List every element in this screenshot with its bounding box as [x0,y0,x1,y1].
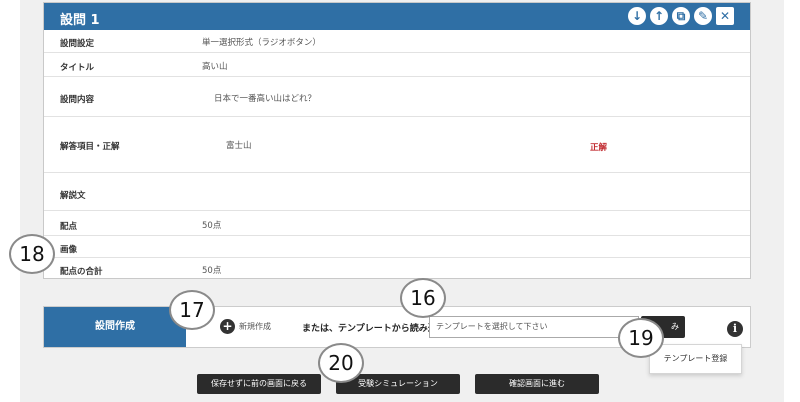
copy-icon[interactable]: ⧉ [672,7,690,25]
row-image: 画像 [44,236,750,258]
question-card: 設問 1 ↓ ↑ ⧉ ✎ ✕ 設問設定 単一選択形式（ラジオボタン） タイトル … [43,2,751,279]
row-answer: 解答項目・正解 富士山 正解 [44,117,750,173]
question-header: 設問 1 ↓ ↑ ⧉ ✎ ✕ [44,3,750,30]
question-title: 設問 1 [60,13,100,28]
row-value: 50点 [202,266,222,276]
question-header-actions: ↓ ↑ ⧉ ✎ ✕ [628,7,734,27]
template-load-label: または、テンプレートから読み込む [302,324,446,334]
callout-18: 18 [9,234,55,274]
callout-17: 17 [169,290,215,330]
row-total: 配点の合計 50点 [44,258,750,278]
row-value: 高い山 [202,62,228,72]
new-question-button[interactable]: + 新規作成 [220,319,271,334]
row-label: 解説文 [60,191,86,201]
row-label: 画像 [60,245,78,255]
plus-icon: + [220,319,235,334]
row-value: 日本で一番高い山はどれ？ [214,94,317,104]
row-label: タイトル [60,63,95,73]
info-icon[interactable]: i [727,321,743,337]
callout-19: 19 [618,318,664,358]
template-select[interactable]: テンプレートを選択して下さい [429,316,639,338]
row-label: 配点の合計 [60,267,103,277]
row-score: 配点 50点 [44,211,750,236]
back-without-save-button[interactable]: 保存せずに前の画面に戻る [197,374,321,394]
row-value: 富士山 [226,141,252,151]
create-question-tab[interactable]: 設問作成 [44,307,186,347]
callout-16: 16 [400,278,446,318]
row-content: 設問内容 日本で一番高い山はどれ？ [44,77,750,117]
row-title: タイトル 高い山 [44,53,750,77]
arrow-up-icon[interactable]: ↑ [650,7,668,25]
template-register-menu-item[interactable]: テンプレート登録 [649,344,742,374]
row-label: 設問内容 [60,95,95,105]
page: 設問 1 ↓ ↑ ⧉ ✎ ✕ 設問設定 単一選択形式（ラジオボタン） タイトル … [0,0,800,402]
row-value: 単一選択形式（ラジオボタン） [202,38,321,48]
edit-icon[interactable]: ✎ [694,7,712,25]
row-explanation: 解説文 [44,173,750,211]
row-setting: 設問設定 単一選択形式（ラジオボタン） [44,30,750,53]
row-label: 解答項目・正解 [60,142,120,152]
arrow-down-icon[interactable]: ↓ [628,7,646,25]
close-icon[interactable]: ✕ [716,7,734,25]
callout-20: 20 [318,343,364,383]
row-value: 50点 [202,221,222,231]
correct-badge: 正解 [590,143,608,153]
row-label: 設問設定 [60,39,95,49]
confirm-screen-button[interactable]: 確認画面に進む [475,374,599,394]
row-label: 配点 [60,222,78,232]
new-question-label: 新規作成 [239,322,271,331]
